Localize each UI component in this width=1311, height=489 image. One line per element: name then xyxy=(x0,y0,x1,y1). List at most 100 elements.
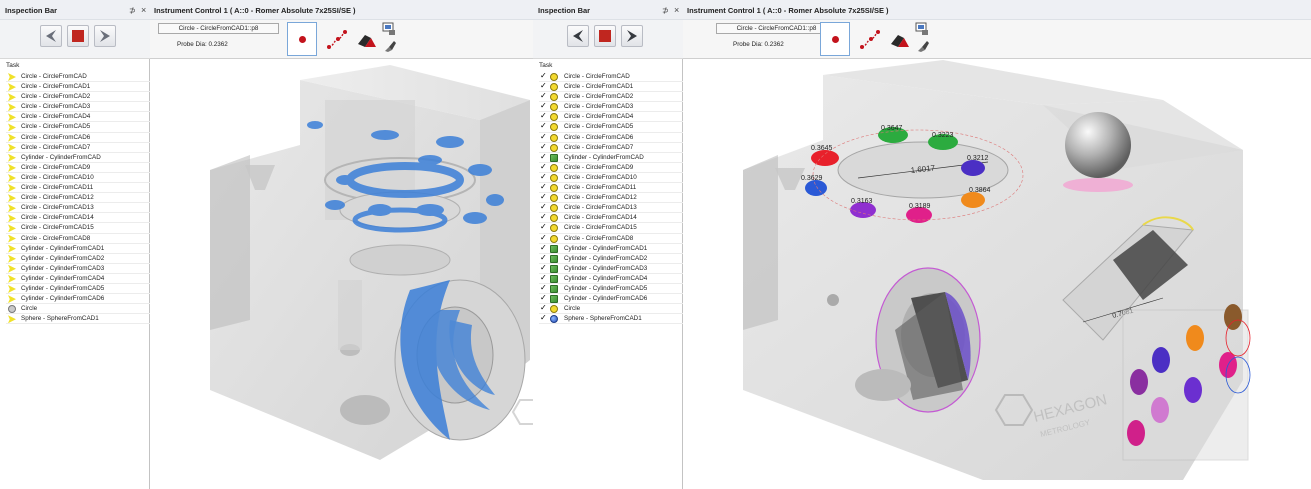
cylinder-arrow-icon xyxy=(8,153,16,162)
task-row[interactable]: ✓ Cylinder - CylinderFromCAD xyxy=(539,152,683,163)
task-row[interactable]: Circle - CircleFromCAD12 xyxy=(6,193,150,204)
task-row[interactable]: Cylinder - CylinderFromCAD1 xyxy=(6,244,150,254)
task-row[interactable]: Circle - CircleFromCAD8 xyxy=(6,234,150,244)
task-label: Sphere - SphereFromCAD1 xyxy=(564,315,642,323)
task-label: Circle - CircleFromCAD3 xyxy=(564,103,634,111)
checkmark-icon: ✓ xyxy=(540,293,547,303)
task-label: Circle - CircleFromCAD4 xyxy=(564,113,634,121)
laser-scanner-icon[interactable] xyxy=(356,30,378,50)
close-icon[interactable]: × xyxy=(141,5,146,15)
task-row[interactable]: ✓ Circle - CircleFromCAD3 xyxy=(539,101,683,113)
task-row[interactable]: Cylinder - CylinderFromCAD2 xyxy=(6,254,150,264)
pin-icon[interactable]: ⊅ xyxy=(662,6,669,15)
laser-scanner-icon[interactable] xyxy=(889,30,911,50)
task-row[interactable]: Circle - CircleFromCAD9 xyxy=(6,163,150,173)
task-row[interactable]: ✓ Circle - CircleFromCAD11 xyxy=(539,182,683,194)
task-row[interactable]: Circle - CircleFromCAD7 xyxy=(6,143,150,153)
checkmark-icon: ✓ xyxy=(540,202,547,212)
task-row[interactable]: Circle - CircleFromCAD1 xyxy=(6,82,150,93)
task-row[interactable]: ✓ Cylinder - CylinderFromCAD3 xyxy=(539,263,683,274)
feature-name-field[interactable]: Circle - CircleFromCAD1::p8 xyxy=(158,23,279,34)
task-row[interactable]: Circle - CircleFromCAD15 xyxy=(6,223,150,234)
previous-button[interactable] xyxy=(40,25,62,47)
feature-name-field[interactable]: Circle - CircleFromCAD1::p8 xyxy=(716,23,837,34)
task-row[interactable]: Cylinder - CylinderFromCAD6 xyxy=(6,294,150,305)
task-row[interactable]: Cylinder - CylinderFromCAD xyxy=(6,153,150,163)
task-row[interactable]: Sphere - SphereFromCAD1 xyxy=(6,314,150,325)
task-label: Circle - CircleFromCAD11 xyxy=(21,184,94,192)
task-row[interactable]: ✓ Circle - CircleFromCAD12 xyxy=(539,192,683,204)
task-row[interactable]: Circle - CircleFromCAD3 xyxy=(6,102,150,113)
transport-toolbar xyxy=(0,20,150,59)
device-settings-icon[interactable] xyxy=(915,22,929,36)
task-row[interactable]: ✓ Circle - CircleFromCAD7 xyxy=(539,142,683,153)
task-row[interactable]: ✓ Cylinder - CylinderFromCAD4 xyxy=(539,273,683,284)
circle-arrow-icon xyxy=(8,163,16,172)
task-row[interactable]: ✓ Cylinder - CylinderFromCAD2 xyxy=(539,253,683,264)
next-button[interactable] xyxy=(621,25,643,47)
cylinder-arrow-icon xyxy=(8,264,16,273)
task-row[interactable]: Cylinder - CylinderFromCAD5 xyxy=(6,284,150,295)
pin-icon[interactable]: ⊅ xyxy=(129,6,136,15)
checkmark-icon: ✓ xyxy=(540,161,547,171)
stop-button[interactable] xyxy=(67,25,89,47)
cad-viewport[interactable]: 1.6017 0.3647 0.3223 0.3645 0.3629 0.321… xyxy=(683,60,1311,489)
circle-arrow-icon xyxy=(8,103,16,112)
sphere-feature xyxy=(1065,112,1131,178)
task-row[interactable]: ✓ Circle - CircleFromCAD8 xyxy=(539,233,683,244)
scan-path-icon[interactable] xyxy=(326,29,348,51)
task-label: Circle - CircleFromCAD14 xyxy=(21,214,94,222)
task-row[interactable]: ✓ Circle - CircleFromCAD15 xyxy=(539,222,683,234)
task-label: Circle - CircleFromCAD10 xyxy=(21,173,94,181)
device-settings-icon[interactable] xyxy=(382,22,396,36)
checkmark-icon: ✓ xyxy=(540,303,547,313)
next-button[interactable] xyxy=(94,25,116,47)
inspection-bar-panel: Inspection Bar ⊅ × Task Circle - CircleF… xyxy=(0,0,150,489)
scan-path-icon[interactable] xyxy=(859,29,881,51)
task-row[interactable]: Circle xyxy=(6,304,150,315)
single-point-mode-button[interactable] xyxy=(820,22,850,56)
task-row[interactable]: ✓ Circle - CircleFromCAD4 xyxy=(539,111,683,123)
task-row[interactable]: ✓ Cylinder - CylinderFromCAD6 xyxy=(539,293,683,305)
measurement-label: 0.3223 xyxy=(932,132,954,139)
task-row[interactable]: ✓ Circle - CircleFromCAD1 xyxy=(539,81,683,93)
task-row[interactable]: ✓ Circle - CircleFromCAD xyxy=(539,71,683,83)
task-row[interactable]: ✓ Circle - CircleFromCAD13 xyxy=(539,202,683,214)
circle-done-icon xyxy=(550,143,558,152)
task-row[interactable]: Circle - CircleFromCAD10 xyxy=(6,173,150,184)
task-row[interactable]: ✓ Circle - CircleFromCAD6 xyxy=(539,132,683,143)
single-point-mode-button[interactable] xyxy=(287,22,317,56)
circle-arrow-icon xyxy=(8,73,16,81)
task-row[interactable]: ✓ Circle - CircleFromCAD9 xyxy=(539,161,683,173)
task-row[interactable]: Circle - CircleFromCAD13 xyxy=(6,203,150,214)
task-row[interactable]: ✓ Circle - CircleFromCAD10 xyxy=(539,172,683,184)
task-label: Cylinder - CylinderFromCAD xyxy=(21,153,101,161)
task-row[interactable]: Circle - CircleFromCAD6 xyxy=(6,133,150,143)
task-row[interactable]: Cylinder - CylinderFromCAD4 xyxy=(6,274,150,284)
task-row[interactable]: Cylinder - CylinderFromCAD3 xyxy=(6,264,150,274)
task-label: Circle - CircleFromCAD15 xyxy=(564,224,637,232)
close-icon[interactable]: × xyxy=(674,5,679,15)
task-label: Circle xyxy=(564,305,581,313)
task-row[interactable]: ✓ Circle xyxy=(539,303,683,315)
task-row[interactable]: Circle - CircleFromCAD14 xyxy=(6,213,150,224)
arrow-right-icon xyxy=(100,30,110,42)
circle-arrow-icon xyxy=(8,123,16,132)
task-row[interactable]: Circle - CircleFromCAD11 xyxy=(6,183,150,194)
task-row[interactable]: Circle - CircleFromCAD xyxy=(6,72,150,83)
task-row[interactable]: Circle - CircleFromCAD2 xyxy=(6,92,150,103)
task-row[interactable]: ✓ Circle - CircleFromCAD5 xyxy=(539,121,683,133)
task-row[interactable]: Circle - CircleFromCAD4 xyxy=(6,112,150,123)
task-row[interactable]: ✓ Cylinder - CylinderFromCAD1 xyxy=(539,243,683,254)
task-row[interactable]: ✓ Circle - CircleFromCAD2 xyxy=(539,91,683,103)
cylinder-done-icon xyxy=(550,295,558,304)
task-row[interactable]: Circle - CircleFromCAD5 xyxy=(6,122,150,133)
task-list: ✓ Circle - CircleFromCAD ✓ Circle - CircleF… xyxy=(539,71,683,325)
probe-tool-icon[interactable] xyxy=(916,39,930,53)
previous-button[interactable] xyxy=(567,25,589,47)
task-row[interactable]: ✓ Circle - CircleFromCAD14 xyxy=(539,212,683,224)
stop-button[interactable] xyxy=(594,25,616,47)
probe-tool-icon[interactable] xyxy=(383,39,397,53)
task-row[interactable]: ✓ Cylinder - CylinderFromCAD5 xyxy=(539,283,683,295)
task-row[interactable]: ✓ Sphere - SphereFromCAD1 xyxy=(539,313,683,325)
